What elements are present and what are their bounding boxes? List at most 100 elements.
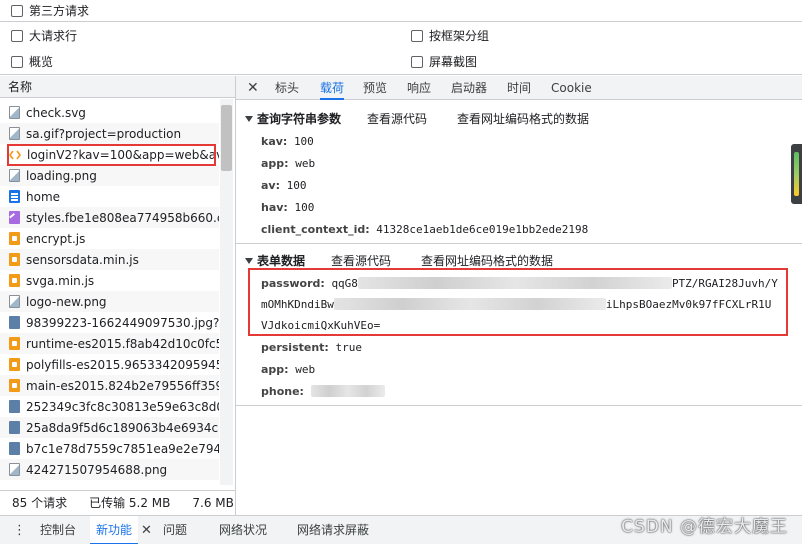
panel-splitter[interactable] (235, 76, 236, 515)
query-view-source-link[interactable]: 查看源代码 (367, 110, 427, 127)
redacted-region (310, 385, 385, 397)
script-icon (9, 337, 20, 350)
request-row[interactable]: 252349c3fc8c30813e59e63c8d00f... (0, 396, 219, 417)
tab-timing[interactable]: 时间 (507, 76, 531, 100)
tab-headers[interactable]: 标头 (275, 76, 299, 100)
form-view-url-encoded-link[interactable]: 查看网址编码格式的数据 (421, 252, 553, 269)
request-row[interactable]: encrypt.js (0, 228, 219, 249)
overview-filter[interactable]: 概览 (11, 53, 53, 70)
form-view-source-link[interactable]: 查看源代码 (331, 252, 391, 269)
tab-cookie[interactable]: Cookie (551, 76, 592, 100)
request-row[interactable]: polyfills-es2015.9653342095945f5... (0, 354, 219, 375)
request-name: sa.gif?project=production (26, 126, 182, 141)
script-icon (9, 253, 20, 266)
image-file-icon (9, 127, 20, 140)
side-gauge-widget[interactable] (791, 144, 802, 204)
drawer-tab-network-conditions[interactable]: 网络状况 (219, 516, 267, 544)
request-name: runtime-es2015.f8ab42d10c0fc58... (26, 336, 219, 351)
request-row[interactable]: 98399223-1662449097530.jpg?x-... (0, 312, 219, 333)
third-party-filter[interactable]: 第三方请求 (11, 2, 89, 19)
photo-icon (9, 421, 20, 434)
detail-tab-bar: 标头 载荷 预览 响应 启动器 时间 Cookie (236, 76, 802, 100)
script-icon (9, 274, 20, 287)
request-name: home (26, 189, 61, 204)
tab-preview[interactable]: 预览 (363, 76, 387, 100)
network-status-bar: 85 个请求 已传输 5.2 MB 7.6 MB 项 (0, 490, 235, 514)
request-row[interactable]: 25a8da9f5d6c189063b4e6934c32f... (0, 417, 219, 438)
drawer-tab-request-blocking[interactable]: 网络请求屏蔽 (297, 516, 369, 544)
request-name: main-es2015.824b2e79556ff3596e... (26, 378, 219, 393)
large-rows-filter[interactable]: 大请求行 (11, 27, 77, 44)
query-param-av: av: 100 (261, 179, 307, 192)
document-icon (9, 190, 20, 203)
request-row[interactable]: main-es2015.824b2e79556ff3596e... (0, 375, 219, 396)
request-name: 424271507954688.png (26, 462, 168, 477)
request-name: svga.min.js (26, 273, 95, 288)
drawer-tab-issues[interactable]: 问题 (163, 516, 187, 544)
checkbox-icon[interactable] (411, 55, 423, 68)
query-param-hav: hav: 100 (261, 201, 315, 214)
overview-label: 概览 (29, 55, 54, 69)
form-param-phone: phone: (261, 385, 385, 398)
query-params-title: 查询字符串参数 (257, 112, 342, 126)
form-data-section[interactable]: 表单数据 (245, 252, 305, 269)
password-highlight-box (248, 268, 788, 336)
request-row[interactable]: loading.png (0, 165, 219, 186)
group-by-frame-filter[interactable]: 按框架分组 (411, 27, 489, 44)
query-view-url-encoded-link[interactable]: 查看网址编码格式的数据 (457, 110, 589, 127)
form-data-title: 表单数据 (257, 254, 306, 268)
query-param-app: app: web (261, 157, 316, 170)
request-row[interactable]: home (0, 186, 219, 207)
checkbox-icon[interactable] (11, 4, 23, 17)
image-file-icon (9, 295, 20, 308)
request-name: logo-new.png (26, 294, 107, 309)
script-icon (9, 232, 20, 245)
screenshots-filter[interactable]: 屏幕截图 (411, 53, 477, 70)
request-row[interactable]: runtime-es2015.f8ab42d10c0fc58... (0, 333, 219, 354)
checkbox-icon[interactable] (11, 29, 23, 42)
drawer-menu-icon[interactable]: ⋮ (13, 516, 26, 544)
form-param-persistent: persistent: true (261, 341, 362, 354)
scrollbar-thumb[interactable] (221, 105, 232, 171)
divider (0, 74, 802, 75)
photo-icon (9, 442, 20, 455)
expand-triangle-icon[interactable] (245, 115, 253, 122)
request-row[interactable]: logo-new.png (0, 291, 219, 312)
checkbox-icon[interactable] (11, 55, 23, 68)
drawer-tab-whats-new[interactable]: 新功能 (90, 516, 139, 544)
transferred-size: 已传输 5.2 MB (89, 496, 171, 510)
watermark: CSDN @德宏大魔王 (621, 517, 788, 537)
stylesheet-icon (9, 211, 20, 224)
request-row[interactable]: 424271507954688.png (0, 459, 219, 480)
drawer-tab-console[interactable]: 控制台 (40, 516, 76, 544)
script-icon (9, 358, 20, 371)
divider (236, 243, 802, 244)
request-row[interactable]: sa.gif?project=production (0, 123, 219, 144)
query-param-kav: kav: 100 (261, 135, 314, 148)
name-column-header[interactable]: 名称 (0, 76, 235, 98)
name-column-label: 名称 (8, 80, 33, 94)
checkbox-icon[interactable] (411, 29, 423, 42)
screenshots-label: 屏幕截图 (429, 55, 478, 69)
request-name: check.svg (26, 105, 86, 120)
selected-request-highlight (7, 144, 216, 166)
tab-payload[interactable]: 载荷 (320, 76, 345, 100)
close-icon[interactable]: ✕ (247, 80, 259, 96)
close-icon[interactable]: ✕ (141, 516, 152, 544)
query-param-client-context-id: client_context_id: 41328ce1aeb1de6ce019e… (261, 223, 589, 236)
request-row[interactable]: svga.min.js (0, 270, 219, 291)
request-row[interactable]: sensorsdata.min.js (0, 249, 219, 270)
tab-initiator[interactable]: 启动器 (451, 76, 487, 100)
request-row[interactable]: check.svg (0, 102, 219, 123)
request-name: b7c1e78d7559c7851ea9e2e79493... (26, 441, 219, 456)
expand-triangle-icon[interactable] (245, 257, 253, 264)
query-params-section[interactable]: 查询字符串参数 (245, 110, 341, 127)
request-row[interactable]: b7c1e78d7559c7851ea9e2e79493... (0, 438, 219, 459)
third-party-label: 第三方请求 (29, 4, 90, 18)
resources-size: 7.6 MB 项 (192, 496, 235, 510)
form-param-app: app: web (261, 363, 316, 376)
divider (0, 21, 802, 22)
request-row[interactable]: styles.fbe1e808ea774958b660.css (0, 207, 219, 228)
request-name: loading.png (26, 168, 97, 183)
tab-response[interactable]: 响应 (407, 76, 431, 100)
